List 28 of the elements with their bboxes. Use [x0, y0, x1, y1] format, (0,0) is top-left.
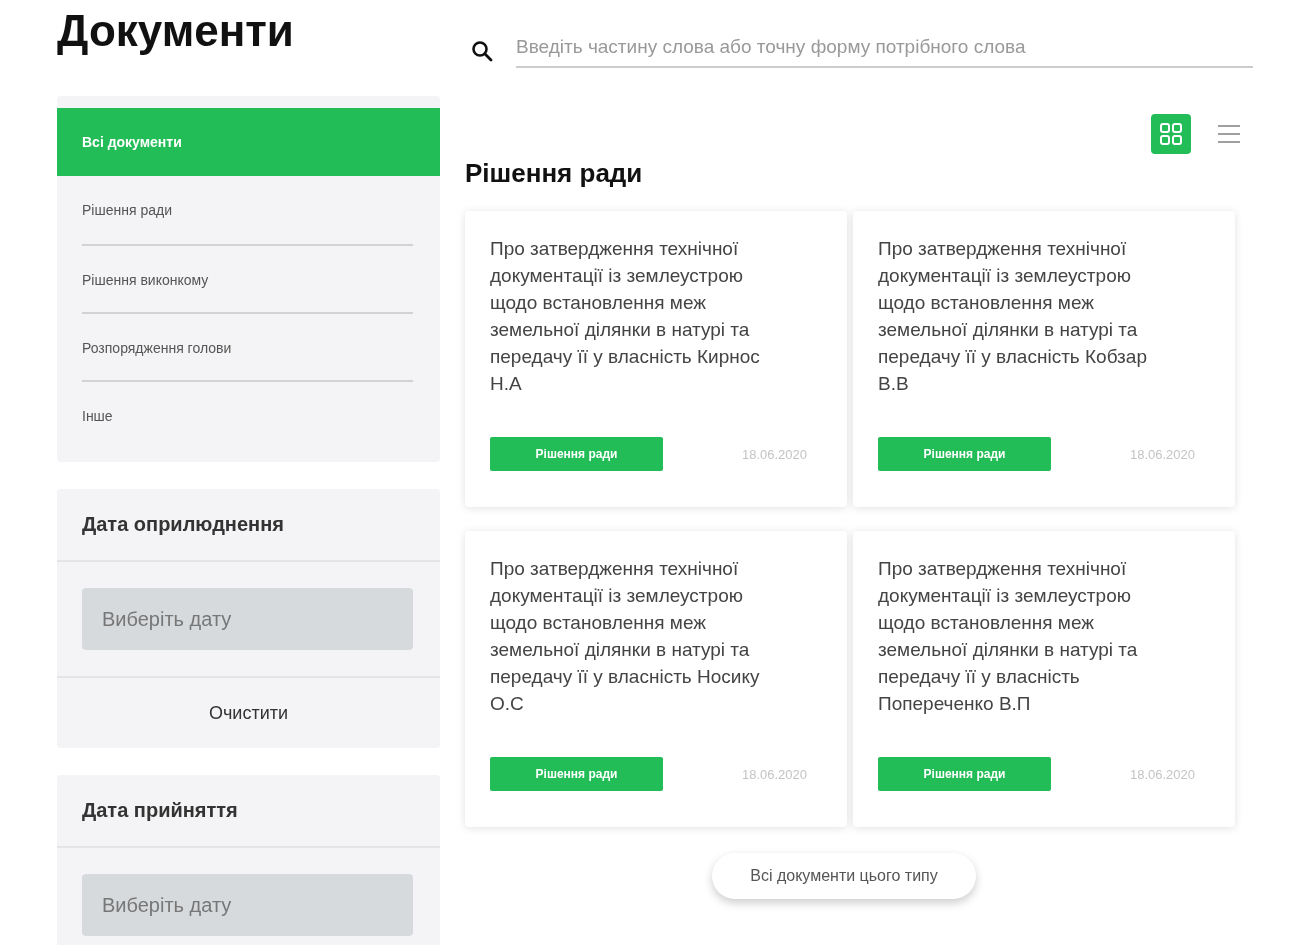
date-field[interactable]: Виберіть дату [82, 874, 413, 936]
filter-title: Дата оприлюднення [57, 489, 440, 562]
category-item[interactable]: Розпорядження голови [82, 312, 413, 380]
document-card[interactable]: Про затвердження технічної документації із землеустрою щодо встановлення меж земельної ділянки в натурі та передачу її у власність Кобзар В.В Рішення ради 18.06.2020 [853, 211, 1235, 507]
document-date: 18.06.2020 [1129, 766, 1195, 782]
document-date: 18.06.2020 [741, 766, 807, 782]
filter-title: Дата прийняття [57, 775, 440, 848]
search-icon [470, 39, 494, 63]
document-date: 18.06.2020 [741, 446, 807, 462]
document-title: Про затвердження технічної документації із землеустрою щодо встановлення меж земельної ділянки в натурі та передачу її у власність Кирнос Н.А [490, 237, 761, 396]
document-card[interactable]: Про затвердження технічної документації із землеустрою щодо встановлення меж земельної ділянки в натурі та передачу її у власність Кирнос Н.А Рішення ради 18.06.2020 [465, 211, 847, 507]
menu-icon [1217, 122, 1241, 146]
document-title: Про затвердження технічної документації із землеустрою щодо встановлення меж земельної ділянки в натурі та передачу її у власність Носику О.С [490, 557, 761, 716]
document-title: Про затвердження технічної документації із землеустрою щодо встановлення меж земельної ділянки в натурі та передачу її у власність Попереченко В.П [878, 557, 1139, 716]
grid-icon [1159, 122, 1183, 146]
document-title: Про затвердження технічної документації із землеустрою щодо встановлення меж земельної ділянки в натурі та передачу її у власність Кобзар В.В [878, 237, 1148, 396]
grid-view-button[interactable] [1151, 114, 1191, 154]
clear-button[interactable]: Очистити [57, 678, 440, 748]
date-field[interactable]: Виберіть дату [82, 588, 413, 650]
document-card[interactable]: Про затвердження технічної документації із землеустрою щодо встановлення меж земельної ділянки в натурі та передачу її у власність Попереченко В.П Рішення ради 18.06.2020 [853, 531, 1235, 827]
all-documents-button[interactable]: Всі документи цього типу [712, 853, 976, 899]
category-item[interactable]: Інше [82, 380, 413, 448]
category-item[interactable]: Рішення виконкому [82, 244, 413, 312]
page-title: Документи [57, 6, 295, 57]
section-title: Рішення ради [465, 158, 644, 189]
document-card[interactable]: Про затвердження технічної документації із землеустрою щодо встановлення меж земельної ділянки в натурі та передачу її у власність Носику О.С Рішення ради 18.06.2020 [465, 531, 847, 827]
category-item[interactable]: Рішення ради [82, 176, 413, 244]
document-date: 18.06.2020 [1129, 446, 1195, 462]
